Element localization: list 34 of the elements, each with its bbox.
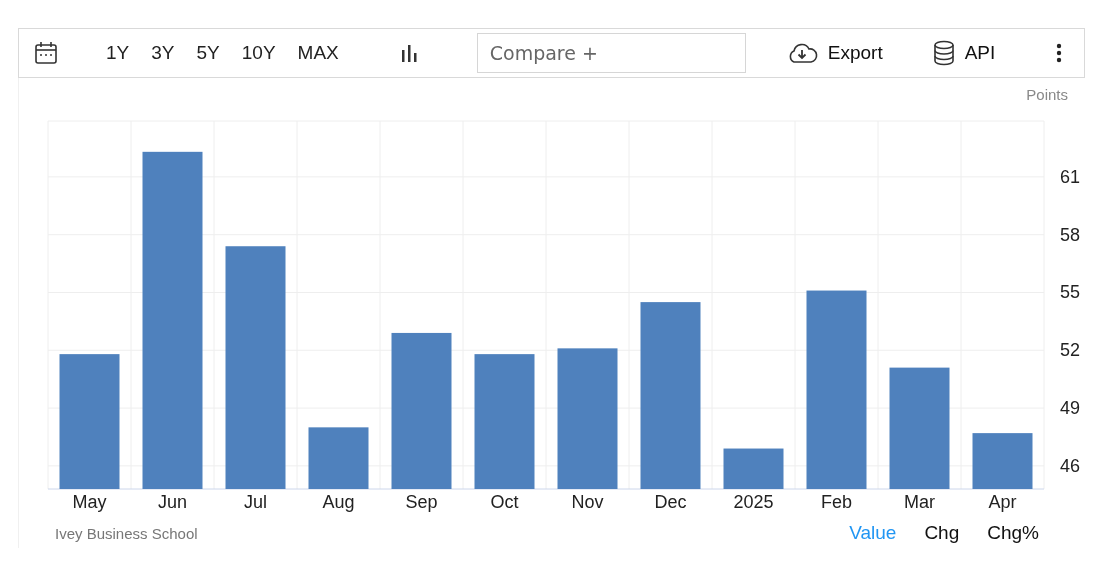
export-button[interactable]: Export [785,42,883,64]
range-button[interactable]: MAX [285,42,349,64]
range-button[interactable]: 3Y [139,42,185,64]
y-axis-label: 58 [1060,224,1080,245]
view-tab[interactable]: Chg% [975,522,1051,544]
api-button[interactable]: API [932,40,996,66]
source-label: Ivey Business School [55,524,198,542]
x-axis-label: Apr [988,492,1017,512]
y-axis-label: 49 [1060,398,1080,419]
range-button[interactable]: 1Y [106,42,140,64]
range-button[interactable]: 5Y [184,42,230,64]
y-axis-label: 52 [1060,340,1080,361]
y-axis-label: 46 [1060,455,1080,476]
view-tab[interactable]: Chg [912,522,972,544]
x-axis-label: Mar [904,492,935,512]
x-axis-label: Jul [244,492,267,512]
x-axis-label: Dec [654,492,687,512]
range-button[interactable]: 10Y [229,42,286,64]
y-axis-label: 61 [1060,166,1080,187]
database-icon [932,40,955,66]
more-menu-icon[interactable] [1056,43,1062,63]
x-axis-label: 2025 [733,492,774,512]
compare-field[interactable]: Compare + [476,33,746,73]
y-axis-label: 55 [1060,282,1080,303]
x-axis-label: Feb [821,492,852,512]
x-axis-label: Aug [322,492,355,512]
x-axis-label: Sep [405,492,438,512]
x-axis-label: Oct [490,492,519,512]
x-axis-label: Nov [571,492,604,512]
calendar-icon[interactable] [34,41,58,65]
x-axis-label: May [72,492,107,512]
unit-label: Points [1026,86,1068,103]
bar-chart-icon[interactable] [400,44,419,62]
x-axis-label: Jun [158,492,187,512]
